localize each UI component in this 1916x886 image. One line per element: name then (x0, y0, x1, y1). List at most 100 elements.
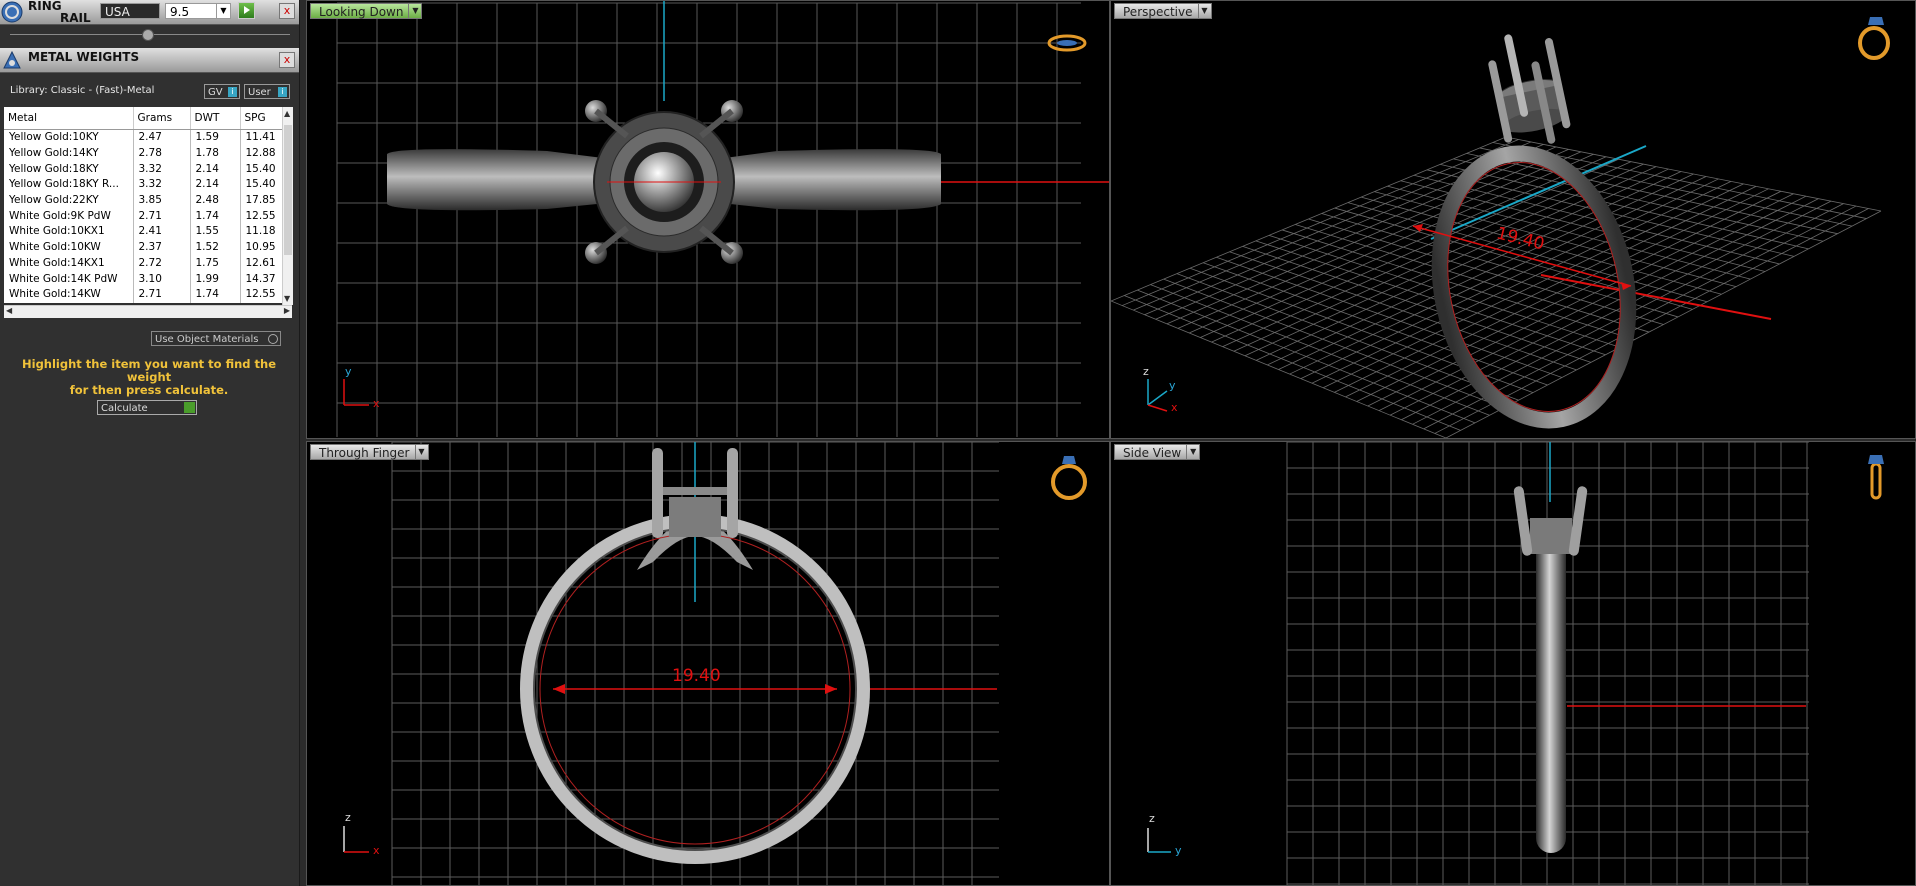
metal-weights-icon (3, 50, 21, 69)
axis-label-z: z (1149, 812, 1155, 825)
library-label: Library: Classic - (Fast)-Metal (10, 85, 155, 96)
size-select[interactable]: 9.5 ▼ (165, 3, 231, 19)
cell-grams: 2.78 (133, 145, 191, 162)
metal-weights-close-button[interactable]: x (279, 52, 295, 68)
column-header-dwt[interactable]: DWT (190, 107, 241, 130)
cell-dwt: 1.74 (190, 286, 241, 303)
cell-metal: Yellow Gold:22KY (4, 192, 134, 209)
table-row[interactable]: Yellow Gold:18KY R... 3.32 2.14 15.40 (4, 177, 283, 193)
x-axis-line (1540, 274, 1772, 320)
cell-grams: 2.41 (133, 224, 191, 240)
cell-metal: White Gold:14KW (4, 286, 134, 303)
scroll-down-icon[interactable]: ▼ (284, 294, 290, 303)
column-header-grams[interactable]: Grams (133, 107, 191, 130)
size-value: 9.5 (170, 5, 190, 19)
cell-dwt: 1.59 (190, 129, 241, 146)
table-row[interactable]: White Gold:14KW 2.71 1.74 12.55 (4, 286, 283, 303)
cell-grams: 2.71 (133, 208, 191, 225)
scroll-left-icon[interactable]: ◀ (6, 306, 12, 315)
use-object-materials-toggle[interactable]: Use Object Materials (151, 331, 281, 346)
user-toggle[interactable]: User i (244, 84, 290, 99)
prong (727, 448, 738, 538)
play-icon (184, 402, 195, 413)
cell-dwt: 2.48 (190, 192, 241, 209)
axis-label-x: x (373, 397, 380, 410)
table-row[interactable]: Yellow Gold:22KY 3.85 2.48 17.85 (4, 192, 283, 209)
table-header-row: Metal Grams DWT SPG (4, 107, 283, 130)
cell-metal: White Gold:10KX1 (4, 224, 134, 240)
scroll-thumb[interactable] (284, 125, 292, 255)
cell-metal: Yellow Gold:18KY R... (4, 177, 134, 193)
axis-label-x: x (373, 844, 380, 857)
cell-dwt: 1.74 (190, 208, 241, 225)
side-view-scene (1147, 442, 1809, 885)
table-row[interactable]: White Gold:10KX1 2.41 1.55 11.18 (4, 224, 283, 240)
navigation-ring-icon[interactable] (1047, 33, 1087, 53)
gv-toggle[interactable]: GV i (204, 84, 240, 99)
cell-spg: 12.61 (240, 255, 283, 272)
axis-label-y: y (1169, 379, 1176, 392)
table-row[interactable]: White Gold:14K PdW 3.10 1.99 14.37 (4, 271, 283, 287)
table-row[interactable]: Yellow Gold:18KY 3.32 2.14 15.40 (4, 161, 283, 178)
table-row[interactable]: Yellow Gold:10KY 2.47 1.59 11.41 (4, 129, 283, 146)
view-selector-through-finger[interactable]: Through Finger ▼ (310, 444, 429, 460)
grid-line (1300, 178, 1719, 379)
viewport-side-view[interactable]: Side View ▼ z y (1110, 441, 1916, 886)
navigation-ring-icon[interactable] (1863, 452, 1889, 506)
cell-dwt: 1.78 (190, 145, 241, 162)
navigation-ring-icon[interactable] (1049, 452, 1089, 502)
viewport-perspective[interactable]: 19.40 Perspective ▼ z x y (1110, 0, 1916, 439)
dropdown-arrow-icon[interactable]: ▼ (414, 445, 428, 459)
view-label: Side View (1123, 446, 1182, 460)
axis-label-z: z (1143, 365, 1149, 378)
cell-spg: 10.95 (240, 239, 283, 256)
cell-spg: 12.88 (240, 145, 283, 162)
metal-weights-table: Metal Grams DWT SPG Yellow Gold:10KY 2.47… (4, 107, 283, 303)
table-row[interactable]: White Gold:14KX1 2.72 1.75 12.61 (4, 255, 283, 272)
chevron-down-icon[interactable]: ▼ (216, 4, 230, 18)
cell-metal: White Gold:10KW (4, 239, 134, 256)
ring-shank-perspective (1431, 145, 1637, 429)
ring-rail-close-button[interactable]: x (279, 3, 295, 19)
view-selector-looking-down[interactable]: Looking Down ▼ (310, 3, 423, 19)
cell-grams: 2.37 (133, 239, 191, 256)
axis-label-z: z (345, 811, 351, 824)
slider-handle[interactable] (142, 29, 154, 41)
navigation-ring-icon[interactable] (1856, 13, 1896, 61)
apply-size-button[interactable] (238, 2, 255, 19)
cell-grams: 3.32 (133, 177, 191, 193)
view-selector-side-view[interactable]: Side View ▼ (1114, 444, 1201, 460)
cell-spg: 17.85 (240, 192, 283, 209)
dropdown-arrow-icon[interactable]: ▼ (408, 4, 421, 18)
cell-spg: 15.40 (240, 161, 283, 178)
table-horizontal-scrollbar[interactable]: ◀ ▶ (4, 305, 292, 318)
view-selector-perspective[interactable]: Perspective ▼ (1114, 3, 1212, 19)
cell-grams: 3.85 (133, 192, 191, 209)
table-row[interactable]: White Gold:10KW 2.37 1.52 10.95 (4, 239, 283, 256)
perspective-scene (1111, 34, 1882, 438)
grid-line (1374, 191, 1737, 288)
cell-metal: White Gold:9K PdW (4, 208, 134, 225)
cell-metal: Yellow Gold:18KY (4, 161, 134, 178)
table-row[interactable]: Yellow Gold:14KY 2.78 1.78 12.88 (4, 145, 283, 162)
table-row[interactable]: White Gold:9K PdW 2.71 1.74 12.55 (4, 208, 283, 225)
column-header-metal[interactable]: Metal (4, 107, 134, 130)
column-header-spg[interactable]: SPG (240, 107, 283, 130)
scroll-right-icon[interactable]: ▶ (284, 306, 290, 315)
cell-metal: White Gold:14K PdW (4, 271, 134, 287)
calculate-button[interactable]: Calculate (97, 400, 197, 415)
cell-grams: 2.71 (133, 286, 191, 303)
calculate-label: Calculate (101, 403, 148, 414)
table-vertical-scrollbar[interactable]: ▲ ▼ (282, 107, 293, 305)
instruction-text: Highlight the item you want to find the … (8, 358, 290, 397)
view-label: Perspective (1123, 5, 1193, 19)
viewport-through-finger[interactable]: 19.40 Through Finger ▼ z x (306, 441, 1110, 886)
axis-label-x: x (1171, 401, 1178, 414)
dropdown-arrow-icon[interactable]: ▼ (1197, 4, 1211, 18)
cell-dwt: 1.55 (190, 224, 241, 240)
viewport-looking-down[interactable]: Looking Down ▼ y x (306, 0, 1110, 439)
country-field[interactable]: USA (100, 3, 160, 19)
scroll-up-icon[interactable]: ▲ (284, 109, 290, 118)
dropdown-arrow-icon[interactable]: ▼ (1186, 445, 1199, 459)
radio-icon[interactable] (268, 334, 278, 344)
